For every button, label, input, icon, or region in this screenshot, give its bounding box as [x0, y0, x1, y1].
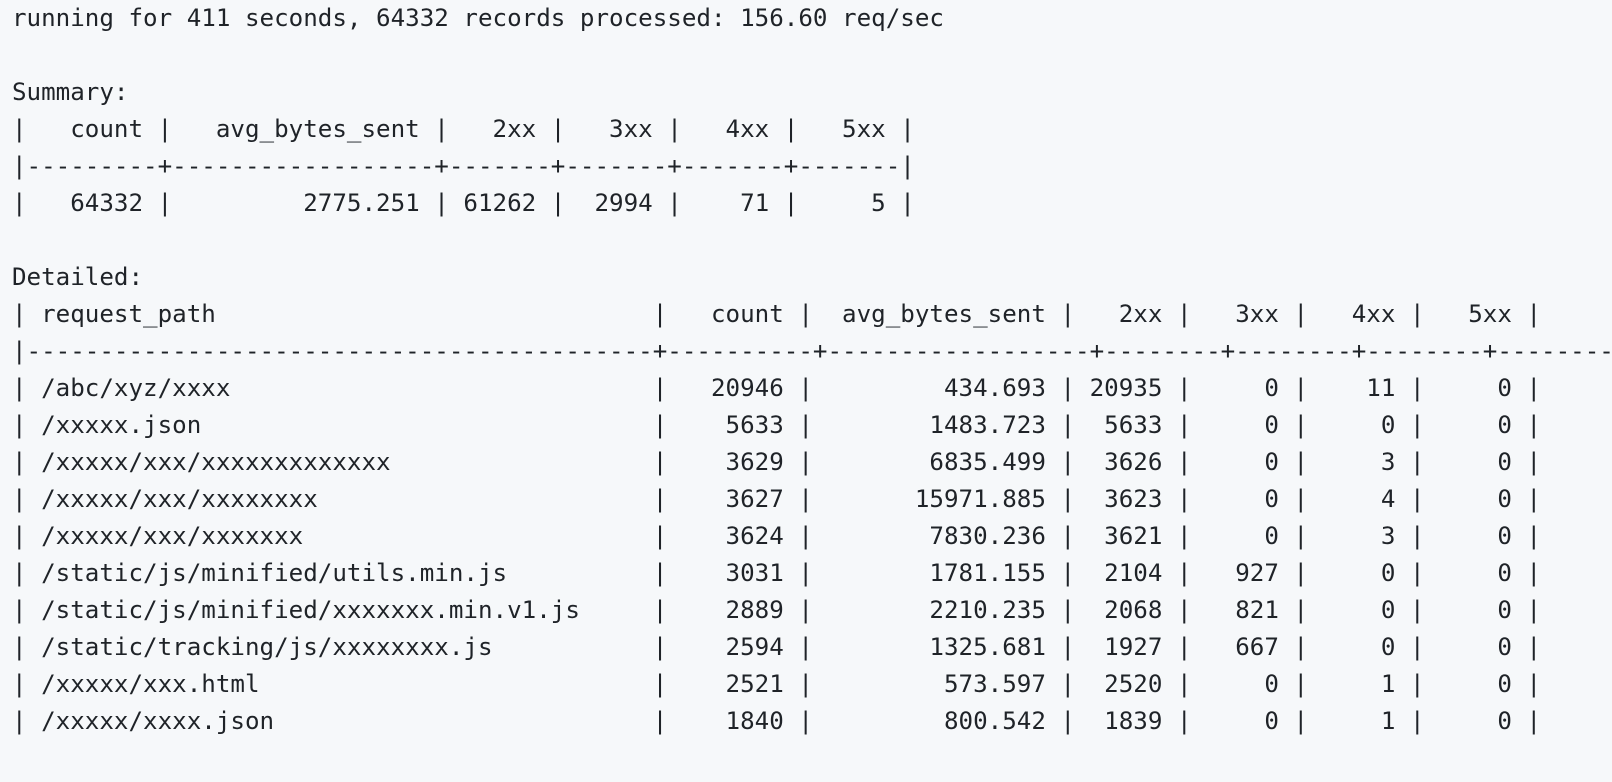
table-row: | /xxxxx/xxx/xxxxxxxxxxxxx | 3629 | 6835… [12, 448, 1542, 476]
table-row: | /xxxxx/xxx.html | 2521 | 573.597 | 252… [12, 670, 1542, 698]
summary-data-row: | 64332 | 2775.251 | 61262 | 2994 | 71 |… [12, 189, 915, 217]
table-row: | /static/js/minified/xxxxxxx.min.v1.js … [12, 596, 1542, 624]
detailed-heading: Detailed: [12, 263, 144, 291]
table-row: | /xxxxx/xxxx.json | 1840 | 800.542 | 18… [12, 707, 1542, 735]
detailed-separator-row: |---------------------------------------… [12, 337, 1612, 365]
detailed-header-row: | request_path | count | avg_bytes_sent … [12, 300, 1542, 328]
table-row: | /static/js/minified/utils.min.js | 303… [12, 559, 1542, 587]
detailed-table-body: | /abc/xyz/xxxx | 20946 | 434.693 | 2093… [12, 370, 1612, 740]
table-row: | /abc/xyz/xxxx | 20946 | 434.693 | 2093… [12, 374, 1542, 402]
summary-header-row: | count | avg_bytes_sent | 2xx | 3xx | 4… [12, 115, 915, 143]
summary-separator-row: |---------+------------------+-------+--… [12, 152, 915, 180]
summary-heading: Summary: [12, 78, 129, 106]
table-row: | /xxxxx.json | 5633 | 1483.723 | 5633 |… [12, 411, 1542, 439]
status-line: running for 411 seconds, 64332 records p… [12, 4, 944, 32]
table-row: | /static/tracking/js/xxxxxxxx.js | 2594… [12, 633, 1542, 661]
terminal-output: running for 411 seconds, 64332 records p… [12, 0, 1612, 740]
table-row: | /xxxxx/xxx/xxxxxxx | 3624 | 7830.236 |… [12, 522, 1542, 550]
table-row: | /xxxxx/xxx/xxxxxxxx | 3627 | 15971.885… [12, 485, 1542, 513]
